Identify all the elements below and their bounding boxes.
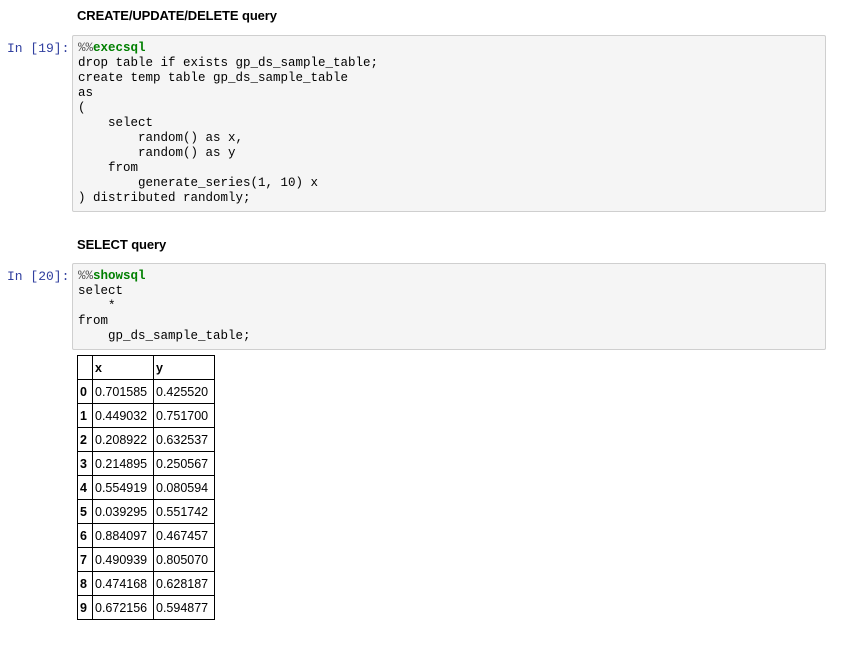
row-index: 4 (77, 475, 93, 500)
code-cell-execsql[interactable]: %%execsql drop table if exists gp_ds_sam… (72, 35, 826, 212)
code-line: select (78, 116, 154, 130)
magic-command-execsql: execsql (93, 41, 146, 55)
table-row: 8 0.474168 0.628187 (77, 571, 215, 596)
markdown-heading-select: SELECT query (77, 237, 167, 252)
row-index: 7 (77, 547, 93, 572)
row-index: 6 (77, 523, 93, 548)
cell-y: 0.805070 (153, 547, 215, 572)
row-index: 9 (77, 595, 93, 620)
table-row: 9 0.672156 0.594877 (77, 595, 215, 620)
table-header-y: y (153, 355, 215, 380)
magic-prefix: %% (78, 41, 94, 55)
table-row: 0 0.701585 0.425520 (77, 379, 215, 404)
table-header-x: x (92, 355, 154, 380)
cell-y: 0.551742 (153, 499, 215, 524)
table-row: 4 0.554919 0.080594 (77, 475, 215, 500)
cell-x: 0.449032 (92, 403, 154, 428)
cell-y: 0.751700 (153, 403, 215, 428)
row-index: 1 (77, 403, 93, 428)
table-row: 1 0.449032 0.751700 (77, 403, 215, 428)
cell-x: 0.884097 (92, 523, 154, 548)
code-line: as (78, 86, 94, 100)
code-line: create temp table gp_ds_sample_table (78, 71, 349, 85)
cell-y: 0.467457 (153, 523, 215, 548)
cell-y: 0.632537 (153, 427, 215, 452)
row-index: 8 (77, 571, 93, 596)
code-line: random() as y (78, 146, 236, 160)
cell-x: 0.554919 (92, 475, 154, 500)
code-line: ) distributed randomly; (78, 191, 251, 205)
output-dataframe-table: x y 0 0.701585 0.425520 1 0.449032 0.751… (77, 355, 215, 620)
table-header-row: x y (77, 355, 215, 380)
code-line-magic: %%execsql (78, 41, 825, 56)
table-row: 6 0.884097 0.467457 (77, 523, 215, 548)
cell-x: 0.672156 (92, 595, 154, 620)
code-cell-showsql[interactable]: %%showsql select * from gp_ds_sample_tab… (72, 263, 826, 350)
cell-x: 0.474168 (92, 571, 154, 596)
code-line: drop table if exists gp_ds_sample_table; (78, 56, 379, 70)
table-row: 2 0.208922 0.632537 (77, 427, 215, 452)
cell-y: 0.250567 (153, 451, 215, 476)
cell-y: 0.628187 (153, 571, 215, 596)
code-line: gp_ds_sample_table; (78, 329, 251, 343)
code-line: from (78, 314, 109, 328)
table-header-index (77, 355, 93, 380)
table-row: 3 0.214895 0.250567 (77, 451, 215, 476)
input-prompt-19: In [19]: (7, 41, 70, 56)
cell-x: 0.214895 (92, 451, 154, 476)
table-row: 7 0.490939 0.805070 (77, 547, 215, 572)
row-index: 2 (77, 427, 93, 452)
code-line-magic: %%showsql (78, 269, 825, 284)
input-prompt-20: In [20]: (7, 269, 70, 284)
cell-y: 0.425520 (153, 379, 215, 404)
code-line: * (78, 299, 116, 313)
markdown-heading-create-update-delete: CREATE/UPDATE/DELETE query (77, 8, 277, 23)
code-line: random() as x, (78, 131, 244, 145)
cell-y: 0.594877 (153, 595, 215, 620)
row-index: 0 (77, 379, 93, 404)
cell-x: 0.490939 (92, 547, 154, 572)
cell-x: 0.039295 (92, 499, 154, 524)
cell-x: 0.701585 (92, 379, 154, 404)
magic-command-showsql: showsql (93, 269, 146, 283)
table-row: 5 0.039295 0.551742 (77, 499, 215, 524)
code-line: select (78, 284, 124, 298)
cell-x: 0.208922 (92, 427, 154, 452)
row-index: 5 (77, 499, 93, 524)
code-line: ( (78, 101, 86, 115)
cell-y: 0.080594 (153, 475, 215, 500)
row-index: 3 (77, 451, 93, 476)
magic-prefix: %% (78, 269, 94, 283)
code-line: from (78, 161, 139, 175)
code-line: generate_series(1, 10) x (78, 176, 319, 190)
